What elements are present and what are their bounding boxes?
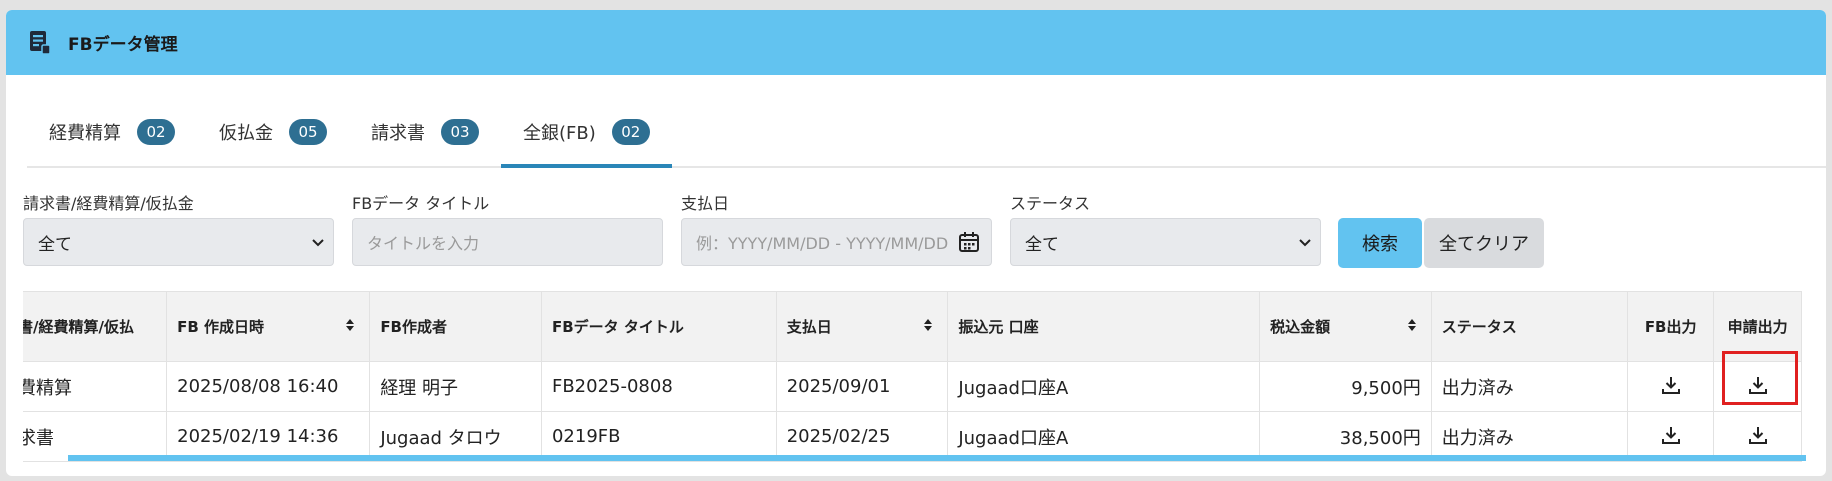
col-header-type: 書/経費精算/仮払 [23,291,168,362]
count-badge: 02 [611,119,650,145]
type-select-value: 全て [38,234,72,255]
cell-paydate: 2025/02/25 [776,411,949,462]
cell-type: 求書 [23,411,168,462]
tab-label: 経費精算 [49,123,121,144]
fb-data-panel: FBデータ管理 経費精算 02 仮払金 05 請求書 03 全銀(FB) 02 … [6,10,1826,476]
paydate-input[interactable]: 例：YYYY/MM/DD - YYYY/MM/DD [681,218,992,266]
filter-bar: 請求書/経費精算/仮払金 全て FBデータ タイトル タイトルを入力 支払日 例… [6,180,1826,270]
download-icon[interactable] [1660,374,1682,396]
cell-creator: Jugaad タロウ [369,411,542,462]
sort-icon[interactable] [923,318,933,336]
col-header-created-at[interactable]: FB 作成日時 [166,291,371,362]
col-header-source-account: 振込元 口座 [947,291,1261,362]
title-input-placeholder: タイトルを入力 [367,234,480,253]
title-filter-label: FBデータ タイトル [352,194,490,213]
tab-label: 仮払金 [219,123,273,144]
count-badge: 03 [441,119,479,145]
cell-paydate: 2025/09/01 [776,361,949,412]
tab-bar: 経費精算 02 仮払金 05 請求書 03 全銀(FB) 02 [27,98,1826,168]
cell-created-at: 2025/08/08 16:40 [166,361,371,412]
table-row: 費精算 2025/08/08 16:40 経理 明子 FB2025-0808 2… [23,361,1802,412]
col-header-amount[interactable]: 税込金額 [1259,291,1432,362]
table-row: 求書 2025/02/19 14:36 Jugaad タロウ 0219FB 20… [23,411,1802,462]
paydate-input-placeholder: 例：YYYY/MM/DD - YYYY/MM/DD [696,234,949,253]
page-title: FBデータ管理 [68,35,178,55]
col-header-status: ステータス [1431,291,1628,362]
cell-created-at: 2025/02/19 14:36 [166,411,371,462]
col-header-paydate[interactable]: 支払日 [776,291,949,362]
col-header-fb-output: FB出力 [1627,291,1715,362]
horizontal-scrollbar[interactable] [68,455,1806,461]
fb-data-table: 書/経費精算/仮払 FB 作成日時 FB作成者 FBデータ タイトル 支払日 振… [23,291,1802,462]
document-icon [28,29,56,57]
tab-advance[interactable]: 仮払金 05 [197,98,349,166]
highlight-box [1722,351,1798,405]
download-icon[interactable] [1660,424,1682,446]
type-filter-label: 請求書/経費精算/仮払金 [23,194,194,213]
col-header-creator: FB作成者 [369,291,542,362]
chevron-down-icon [311,232,325,257]
tab-zengin-fb[interactable]: 全銀(FB) 02 [501,98,672,168]
tab-label: 全銀(FB) [523,123,596,144]
cell-source-account: Jugaad口座A [947,361,1261,412]
cell-title: FB2025-0808 [541,361,777,412]
title-input[interactable]: タイトルを入力 [352,218,663,266]
table-header-row: 書/経費精算/仮払 FB 作成日時 FB作成者 FBデータ タイトル 支払日 振… [23,291,1802,362]
cell-status: 出力済み [1431,361,1628,412]
count-badge: 02 [137,119,175,145]
chevron-down-icon [1298,232,1312,257]
status-select[interactable]: 全て [1010,218,1321,266]
cell-request-output [1713,411,1802,462]
count-badge: 05 [289,119,327,145]
cell-type: 費精算 [23,361,168,412]
panel-header: FBデータ管理 [6,10,1826,75]
cell-amount: 9,500円 [1259,361,1432,412]
cell-source-account: Jugaad口座A [947,411,1261,462]
status-filter-label: ステータス [1010,194,1091,213]
tab-label: 請求書 [371,123,425,144]
status-select-value: 全て [1025,234,1059,255]
paydate-filter-label: 支払日 [681,194,730,213]
type-select[interactable]: 全て [23,218,334,266]
search-button[interactable]: 検索 [1338,218,1422,268]
cell-amount: 38,500円 [1259,411,1432,462]
clear-all-button[interactable]: 全てクリア [1424,218,1544,268]
cell-status: 出力済み [1431,411,1628,462]
download-icon[interactable] [1747,424,1769,446]
cell-creator: 経理 明子 [369,361,542,412]
sort-icon[interactable] [345,318,355,336]
cell-fb-output [1627,361,1715,412]
cell-title: 0219FB [541,411,777,462]
col-header-title: FBデータ タイトル [541,291,777,362]
cell-fb-output [1627,411,1715,462]
sort-icon[interactable] [1407,318,1417,336]
calendar-icon[interactable] [957,230,981,259]
tab-expense[interactable]: 経費精算 02 [27,98,197,166]
tab-invoice[interactable]: 請求書 03 [349,98,501,166]
